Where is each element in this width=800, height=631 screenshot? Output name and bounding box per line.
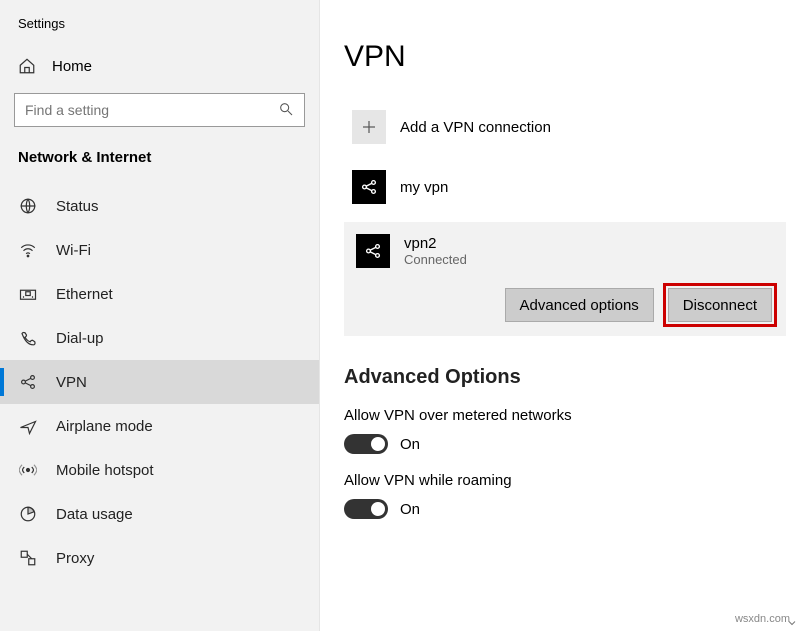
sidebar-item-home[interactable]: Home — [0, 47, 319, 93]
sidebar-item-datausage[interactable]: Data usage — [0, 492, 319, 536]
nav-label: Dial-up — [56, 330, 104, 347]
nav-label: Proxy — [56, 550, 94, 567]
vpn-item-selected[interactable]: vpn2 Connected Advanced options Disconne… — [344, 222, 786, 336]
vpn-roaming-state: On — [400, 501, 420, 518]
page-title: VPN — [344, 40, 800, 74]
vpn-icon — [18, 372, 38, 392]
sidebar-item-airplane[interactable]: Airplane mode — [0, 404, 319, 448]
vpn-metered-state: On — [400, 436, 420, 453]
hotspot-icon — [18, 460, 38, 480]
nav-label: Data usage — [56, 506, 133, 523]
nav-label: Wi-Fi — [56, 242, 91, 259]
status-icon — [18, 196, 38, 216]
vpn-roaming-section: Allow VPN while roaming On — [344, 472, 800, 519]
search-box[interactable] — [14, 93, 305, 127]
search-input[interactable] — [25, 102, 278, 118]
sidebar: Settings Home Network & Internet Status … — [0, 0, 320, 631]
disconnect-button[interactable]: Disconnect — [668, 288, 772, 322]
nav-label: Status — [56, 198, 99, 215]
vpn-metered-section: Allow VPN over metered networks On — [344, 407, 800, 454]
watermark: wsxdn.com — [735, 613, 790, 625]
sidebar-item-ethernet[interactable]: Ethernet — [0, 272, 319, 316]
main-panel: VPN Add a VPN connection my vpn vpn2 Con… — [320, 0, 800, 631]
ethernet-icon — [18, 284, 38, 304]
vpn-item-myvpn[interactable]: my vpn — [344, 162, 800, 212]
sidebar-item-status[interactable]: Status — [0, 184, 319, 228]
home-label: Home — [52, 58, 92, 75]
nav-list: Status Wi-Fi Ethernet Dial-up VPN — [0, 184, 319, 580]
add-vpn-label: Add a VPN connection — [400, 119, 551, 136]
nav-label: Ethernet — [56, 286, 113, 303]
proxy-icon — [18, 548, 38, 568]
app-title: Settings — [0, 0, 319, 47]
vpn-selected-name: vpn2 — [404, 235, 467, 252]
vpn-item-label: my vpn — [400, 179, 448, 196]
nav-label: Mobile hotspot — [56, 462, 154, 479]
sidebar-item-wifi[interactable]: Wi-Fi — [0, 228, 319, 272]
advanced-options-heading: Advanced Options — [344, 366, 800, 389]
wifi-icon — [18, 240, 38, 260]
sidebar-item-hotspot[interactable]: Mobile hotspot — [0, 448, 319, 492]
datausage-icon — [18, 504, 38, 524]
vpn-metered-toggle[interactable] — [344, 434, 388, 454]
dialup-icon — [18, 328, 38, 348]
vpn-roaming-label: Allow VPN while roaming — [344, 472, 800, 489]
advanced-options-button[interactable]: Advanced options — [505, 288, 654, 322]
vpn-network-icon — [352, 170, 386, 204]
vpn-network-icon — [356, 234, 390, 268]
scrollbar[interactable] — [784, 0, 800, 631]
section-header: Network & Internet — [0, 149, 319, 184]
plus-icon — [352, 110, 386, 144]
sidebar-item-vpn[interactable]: VPN — [0, 360, 319, 404]
home-icon — [18, 57, 36, 75]
sidebar-item-proxy[interactable]: Proxy — [0, 536, 319, 580]
search-icon — [278, 101, 294, 120]
vpn-selected-status: Connected — [404, 252, 467, 267]
nav-label: Airplane mode — [56, 418, 153, 435]
airplane-icon — [18, 416, 38, 436]
add-vpn-row[interactable]: Add a VPN connection — [344, 102, 800, 152]
vpn-roaming-toggle[interactable] — [344, 499, 388, 519]
sidebar-item-dialup[interactable]: Dial-up — [0, 316, 319, 360]
vpn-metered-label: Allow VPN over metered networks — [344, 407, 800, 424]
nav-label: VPN — [56, 374, 87, 391]
